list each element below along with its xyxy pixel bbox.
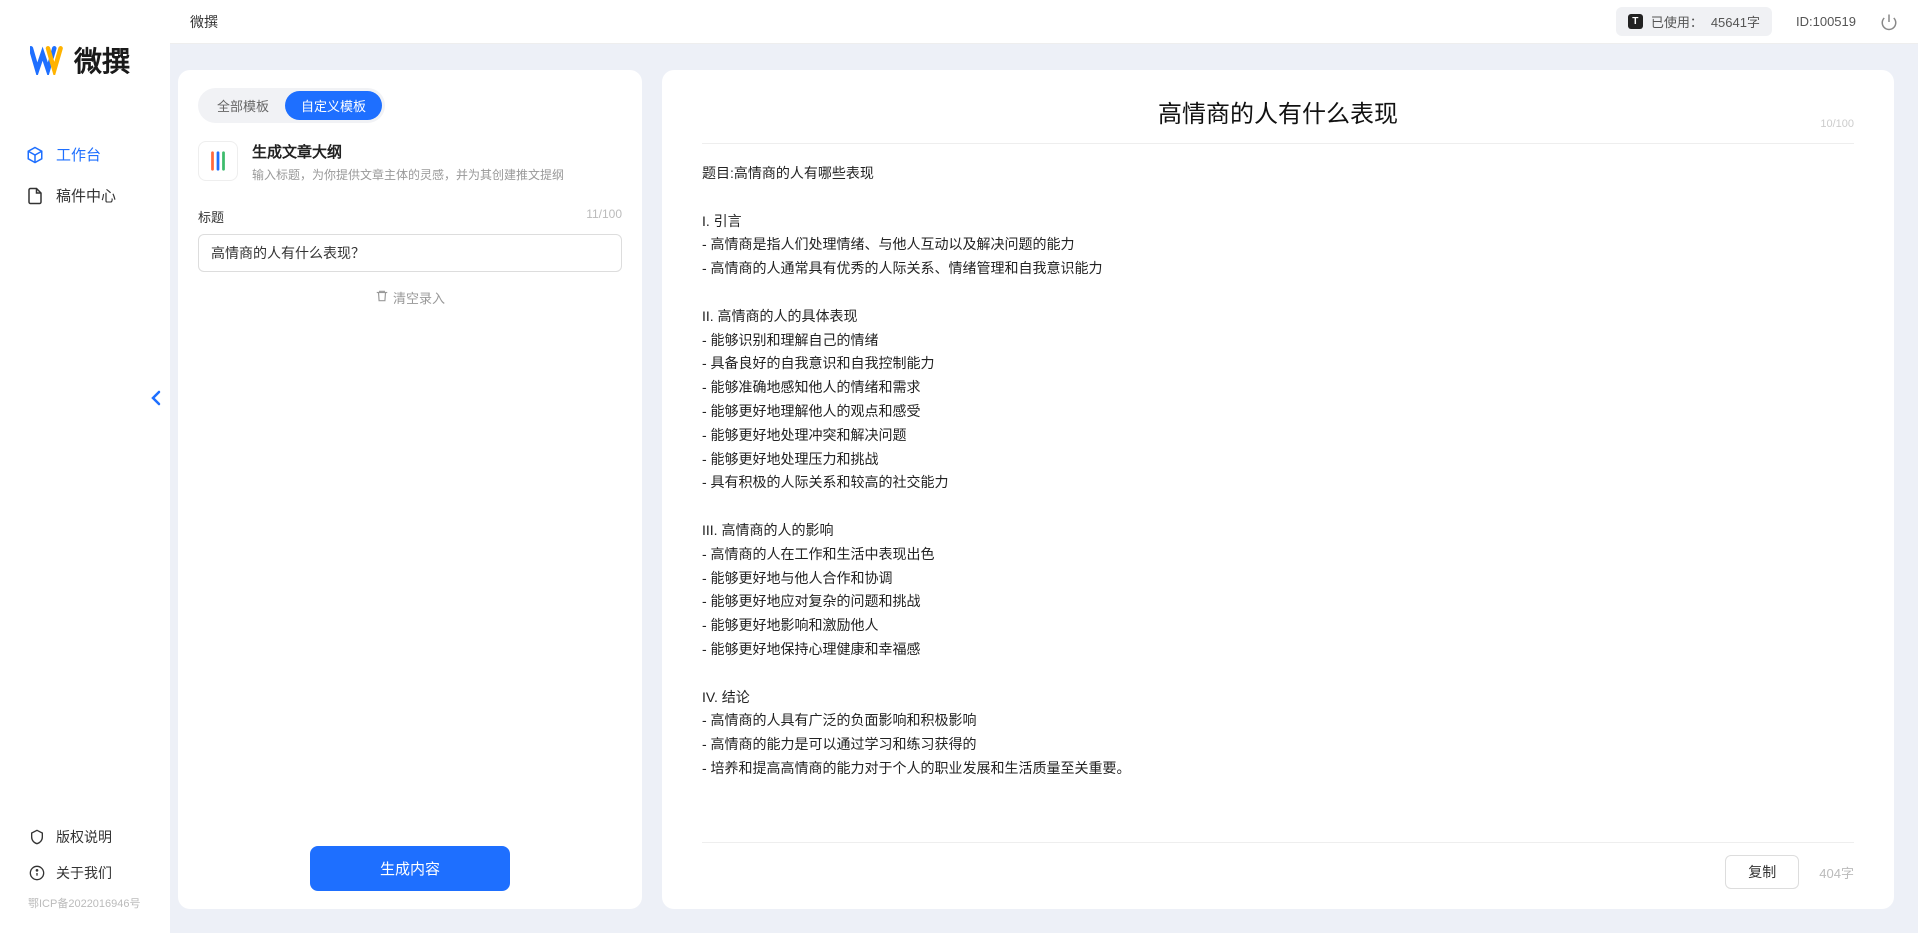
nav-workbench-label: 工作台 — [56, 144, 101, 165]
nav-workbench[interactable]: 工作台 — [0, 134, 170, 175]
text-badge-icon: T — [1628, 14, 1643, 29]
template-icon — [198, 141, 238, 181]
nav-drafts-label: 稿件中心 — [56, 185, 116, 206]
about-label: 关于我们 — [56, 863, 112, 883]
title-label: 标题 — [198, 207, 224, 226]
title-counter: 11/100 — [586, 207, 622, 226]
cube-icon — [26, 146, 44, 164]
sidebar: 微撰 工作台 稿件中心 版权说明 — [0, 0, 170, 933]
left-panel: 全部模板 自定义模板 生成文章大纲 输入标题，为你提供文章主体的灵感，并为其创建… — [178, 70, 642, 909]
power-icon[interactable] — [1880, 13, 1898, 31]
template-title: 生成文章大纲 — [252, 141, 622, 162]
clear-button[interactable]: 清空录入 — [198, 272, 622, 307]
trash-icon — [375, 289, 389, 306]
logo-text: 微撰 — [74, 40, 130, 80]
nav-drafts[interactable]: 稿件中心 — [0, 175, 170, 216]
template-desc: 输入标题，为你提供文章主体的灵感，并为其创建推文提纲 — [252, 166, 622, 183]
result-header: 高情商的人有什么表现 10/100 — [702, 94, 1854, 144]
usage-value: 45641字 — [1711, 12, 1760, 31]
title-input[interactable] — [198, 234, 622, 272]
user-id: ID:100519 — [1796, 14, 1856, 29]
tab-custom[interactable]: 自定义模板 — [285, 91, 382, 120]
template-tabs: 全部模板 自定义模板 — [198, 88, 385, 123]
nav: 工作台 稿件中心 — [0, 104, 170, 809]
footer-copyright[interactable]: 版权说明 — [0, 819, 170, 855]
result-title-counter: 10/100 — [1820, 118, 1854, 130]
title-field-header: 标题 11/100 — [198, 207, 622, 226]
logo: 微撰 — [0, 0, 170, 104]
topbar-right: T 已使用： 45641字 ID:100519 — [1616, 7, 1898, 36]
result-divider: 复制 404字 — [702, 842, 1854, 889]
shield-icon — [28, 828, 46, 846]
icp-text: 鄂ICP备2022016946号 — [0, 891, 170, 917]
word-count: 404字 — [1819, 863, 1854, 882]
result-title: 高情商的人有什么表现 — [702, 94, 1854, 129]
copyright-label: 版权说明 — [56, 827, 112, 847]
template-card: 生成文章大纲 输入标题，为你提供文章主体的灵感，并为其创建推文提纲 — [198, 141, 622, 183]
clear-label: 清空录入 — [393, 288, 445, 307]
info-icon — [28, 864, 46, 882]
result-footer: 复制 404字 — [702, 855, 1854, 889]
copy-button[interactable]: 复制 — [1725, 855, 1799, 889]
page-title: 微撰 — [190, 12, 218, 32]
main: 全部模板 自定义模板 生成文章大纲 输入标题，为你提供文章主体的灵感，并为其创建… — [178, 70, 1894, 909]
collapse-handle[interactable] — [144, 380, 166, 416]
generate-button[interactable]: 生成内容 — [310, 846, 510, 891]
usage-badge[interactable]: T 已使用： 45641字 — [1616, 7, 1772, 36]
tab-all[interactable]: 全部模板 — [201, 91, 285, 120]
document-icon — [26, 187, 44, 205]
topbar: 微撰 T 已使用： 45641字 ID:100519 — [170, 0, 1918, 44]
app-logo-icon — [30, 45, 66, 75]
sidebar-bottom: 版权说明 关于我们 鄂ICP备2022016946号 — [0, 809, 170, 933]
footer-about[interactable]: 关于我们 — [0, 855, 170, 891]
result-content[interactable]: 题目:高情商的人有哪些表现 I. 引言 - 高情商是指人们处理情绪、与他人互动以… — [702, 162, 1854, 832]
template-info: 生成文章大纲 输入标题，为你提供文章主体的灵感，并为其创建推文提纲 — [252, 141, 622, 183]
usage-label: 已使用： — [1651, 12, 1703, 31]
right-panel: 高情商的人有什么表现 10/100 题目:高情商的人有哪些表现 I. 引言 - … — [662, 70, 1894, 909]
